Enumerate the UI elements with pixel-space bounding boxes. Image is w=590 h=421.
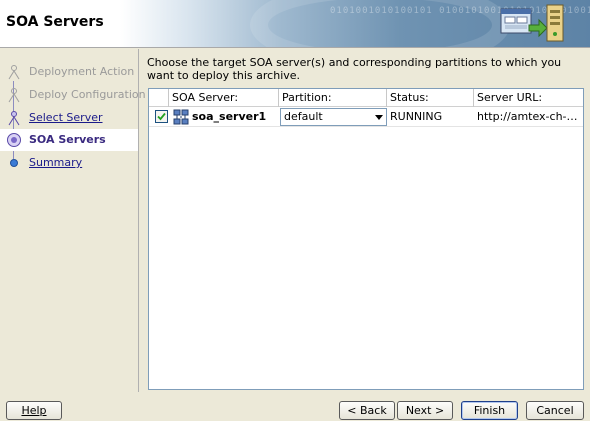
nav-step-label: Deployment Action <box>29 65 135 78</box>
finish-button[interactable]: Finish <box>461 401 518 420</box>
chevron-down-icon <box>375 115 383 120</box>
nav-step-deployment-action: Deployment Action <box>0 61 138 83</box>
help-button-label: Help <box>21 404 47 417</box>
server-select-checkbox[interactable] <box>155 110 168 123</box>
partition-selected-value: default <box>284 110 323 123</box>
nav-step-summary[interactable]: Summary <box>0 152 138 174</box>
deploy-wizard-window: 0101001010100101 01001010010101010 10100… <box>0 0 590 421</box>
server-url: http://amtex-ch-qa1... <box>477 110 583 123</box>
main-content: Choose the target SOA server(s) and corr… <box>140 49 590 392</box>
next-button[interactable]: Next > <box>397 401 453 420</box>
column-header-soa-server[interactable]: SOA Server: <box>169 89 279 107</box>
partition-dropdown[interactable]: default <box>280 108 387 126</box>
back-button-label: < Back <box>347 404 387 417</box>
nav-step-label: Deploy Configuration <box>29 88 146 101</box>
finish-button-label: Finish <box>473 404 506 417</box>
header-banner: 0101001010100101 01001010010101010 10100… <box>0 0 590 48</box>
nav-step-label[interactable]: SOA Servers <box>29 133 106 146</box>
wizard-steps-nav: Deployment Action Deploy Configuration S… <box>0 49 146 392</box>
cancel-button[interactable]: Cancel <box>526 401 584 420</box>
checkmark-icon <box>157 112 166 121</box>
column-header-server-url[interactable]: Server URL: <box>474 89 583 107</box>
column-header-status[interactable]: Status: <box>387 89 474 107</box>
header-binary-decoration: 0101001010100101 01001010010101010 10100… <box>330 6 590 16</box>
table-row[interactable]: soa_server1 default RUNNING http://amtex… <box>149 107 583 127</box>
step-person-icon <box>8 88 20 103</box>
step-dot-icon <box>10 159 18 167</box>
server-status: RUNNING <box>390 110 443 123</box>
nav-step-deploy-configuration: Deploy Configuration <box>0 84 146 106</box>
step-person-icon <box>8 111 20 126</box>
nav-step-label[interactable]: Summary <box>29 156 82 169</box>
nav-step-label[interactable]: Select Server <box>29 111 103 124</box>
page-title: SOA Servers <box>6 14 104 30</box>
server-cluster-icon <box>173 109 189 125</box>
nav-step-soa-servers[interactable]: SOA Servers <box>0 129 138 151</box>
server-name: soa_server1 <box>192 110 267 123</box>
back-button[interactable]: < Back <box>339 401 395 420</box>
cancel-button-label: Cancel <box>536 404 574 417</box>
step-person-icon <box>8 65 20 80</box>
instructions-text: Choose the target SOA server(s) and corr… <box>147 56 562 82</box>
current-step-icon <box>7 133 21 147</box>
table-header: SOA Server: Partition: Status: Server UR… <box>149 89 583 107</box>
soa-servers-table: SOA Server: Partition: Status: Server UR… <box>148 88 584 390</box>
column-header-partition[interactable]: Partition: <box>279 89 387 107</box>
server-deploy-icon <box>500 4 564 42</box>
help-button[interactable]: Help <box>6 401 62 420</box>
nav-step-select-server[interactable]: Select Server <box>0 107 138 129</box>
next-button-label: Next > <box>405 404 445 417</box>
column-header-select <box>149 89 169 107</box>
